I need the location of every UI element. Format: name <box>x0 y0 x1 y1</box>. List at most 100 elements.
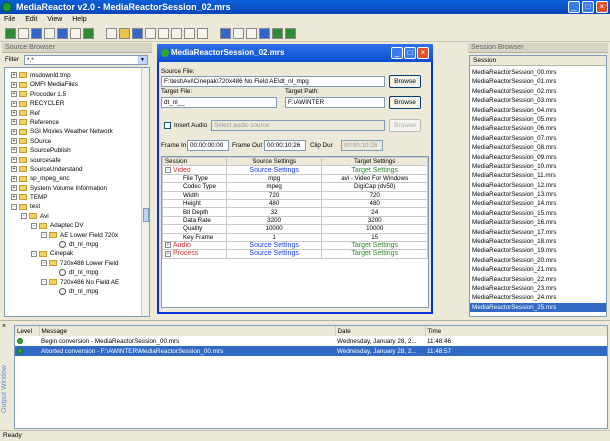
frame-in-input[interactable]: 00:00:00:00 <box>187 140 229 151</box>
paste-icon[interactable] <box>171 28 182 39</box>
tree-folder-item[interactable]: - AE Lower Field 720x <box>11 231 149 240</box>
grid-icon[interactable] <box>44 28 55 39</box>
target-setting-value[interactable]: 3200 <box>321 215 428 226</box>
tree-folder-item[interactable]: + msdownld.tmp <box>11 71 149 80</box>
audio-browse-button[interactable]: Browse <box>389 119 421 132</box>
tree-folder-item[interactable]: + sp_mpeg_enc <box>11 174 149 183</box>
expand-icon[interactable]: + <box>11 119 17 126</box>
expand-icon[interactable]: + <box>11 185 17 192</box>
tree-folder-item[interactable]: + Ref <box>11 109 149 118</box>
target-path-input[interactable]: F:\AWINTER <box>285 97 385 108</box>
settings-property-row[interactable]: Data Rate 3200 3200 <box>162 215 428 226</box>
expand-icon[interactable]: + <box>11 175 17 182</box>
session-list-item[interactable]: MediaReactorSession_18.mrs <box>470 237 606 246</box>
session-list-item[interactable]: MediaReactorSession_13.mrs <box>470 190 606 199</box>
session-list-item[interactable]: MediaReactorSession_17.mrs <box>470 228 606 237</box>
session-list-item[interactable]: MediaReactorSession_21.mrs <box>470 265 606 274</box>
scrollbar-thumb[interactable] <box>143 208 149 222</box>
expand-icon[interactable]: + <box>11 91 17 98</box>
target-setting-value[interactable]: 480 <box>321 198 428 209</box>
settings-group-row[interactable]: - Video Source Settings Target Settings <box>162 165 428 175</box>
output-close-icon[interactable]: × <box>2 323 6 330</box>
insert-audio-checkbox[interactable] <box>164 122 171 129</box>
settings-property-row[interactable]: Width 720 720 <box>162 190 428 200</box>
session-list-item[interactable]: MediaReactorSession_24.mrs <box>470 293 606 302</box>
document-icon[interactable] <box>18 28 29 39</box>
target-setting-value[interactable]: 720 <box>321 190 428 200</box>
convert-icon[interactable] <box>285 28 296 39</box>
filter-dropdown[interactable]: *.* ▼ <box>24 55 148 65</box>
session-list-item[interactable]: MediaReactorSession_10.mrs <box>470 162 606 171</box>
settings-property-row[interactable]: Height 480 480 <box>162 198 428 209</box>
settings-property-row[interactable]: Quality 10000 10000 <box>162 224 428 234</box>
dialog-maximize-icon[interactable]: □ <box>404 47 416 59</box>
expand-icon[interactable]: + <box>11 147 17 154</box>
open-folder-icon[interactable] <box>119 28 130 39</box>
tree-file-item[interactable]: dt_nl_mpg <box>11 268 149 277</box>
target-setting-value[interactable]: Target Settings <box>321 165 428 175</box>
settings-property-row[interactable]: Bit Depth 32 24 <box>162 207 428 217</box>
settings-property-row[interactable]: Codec Type mpeg DigiCap (dv50) <box>162 182 428 192</box>
session-list-item[interactable]: MediaReactorSession_15.mrs <box>470 209 606 218</box>
menu-edit[interactable]: Edit <box>21 16 41 23</box>
target-file-input[interactable]: dt_nl__ <box>161 97 277 108</box>
target-setting-value[interactable]: avi - Video For Windows <box>321 173 428 184</box>
log-row[interactable]: Aborted conversion - F:\AWINTER\MediaRea… <box>15 346 607 356</box>
session-list-item[interactable]: MediaReactorSession_19.mrs <box>470 246 606 255</box>
col-date[interactable]: Date <box>335 326 426 336</box>
tree-folder-item[interactable]: + System Volume Information <box>11 184 149 193</box>
target-setting-value[interactable]: 10000 <box>321 224 428 234</box>
session-list-item[interactable]: MediaReactorSession_04.mrs <box>470 106 606 115</box>
col-session[interactable]: Session <box>162 156 227 167</box>
source-file-input[interactable]: F:\test\Avi\Cinepak\720x486 No Field AE\… <box>161 76 385 87</box>
expand-icon[interactable]: + <box>11 109 17 116</box>
expand-icon[interactable]: + <box>11 100 17 107</box>
log-row[interactable]: Begin conversion - MediaReactorSession_0… <box>15 336 607 346</box>
session-list-item[interactable]: MediaReactorSession_02.mrs <box>470 87 606 96</box>
target-setting-value[interactable]: Target Settings <box>321 249 428 259</box>
tree-folder-item[interactable]: - Cinepak <box>11 249 149 258</box>
minimize-icon[interactable]: _ <box>568 1 580 13</box>
source-browse-button[interactable]: Browse <box>389 75 421 88</box>
session-list-item[interactable]: MediaReactorSession_14.mrs <box>470 199 606 208</box>
menu-help[interactable]: Help <box>68 16 90 23</box>
tree-file-item[interactable]: dt_nl_mpg <box>11 287 149 296</box>
doc-stack-icon[interactable] <box>246 28 257 39</box>
audio-source-input[interactable]: Select audio source <box>211 120 385 131</box>
expand-icon[interactable]: + <box>11 156 17 163</box>
tree-folder-item[interactable]: + SourcePublish <box>11 146 149 155</box>
text-icon[interactable] <box>197 28 208 39</box>
col-level[interactable]: Level <box>15 326 40 336</box>
tree-scrollbar[interactable] <box>141 68 149 316</box>
expand-icon[interactable]: + <box>11 194 17 201</box>
collapse-icon[interactable]: - <box>165 166 171 173</box>
expand-icon[interactable]: + <box>11 128 17 135</box>
copy-icon[interactable] <box>158 28 169 39</box>
tree-folder-item[interactable]: + Reference <box>11 118 149 127</box>
expand-icon[interactable]: + <box>11 72 17 79</box>
home-icon[interactable] <box>5 28 16 39</box>
tree-folder-item[interactable]: + sourcesafe <box>11 156 149 165</box>
tree-file-item[interactable]: dt_nl_mpg <box>11 240 149 249</box>
col-source-settings[interactable]: Source Settings <box>225 156 323 167</box>
session-list-item[interactable]: MediaReactorSession_23.mrs <box>470 284 606 293</box>
target-setting-value[interactable]: Target Settings <box>321 240 428 251</box>
expand-icon[interactable]: + <box>11 81 17 88</box>
close-icon[interactable]: × <box>596 1 608 13</box>
tree-folder-item[interactable]: - 720x486 No Field AE <box>11 278 149 287</box>
tree-folder-item[interactable]: - Adaptec DV <box>11 221 149 230</box>
question-icon[interactable] <box>83 28 94 39</box>
chevron-down-icon[interactable]: ▼ <box>138 56 147 64</box>
session-list-item[interactable]: MediaReactorSession_25.mrs <box>470 302 606 313</box>
film-icon[interactable] <box>31 28 42 39</box>
list-icon[interactable] <box>70 28 81 39</box>
expand-icon[interactable]: + <box>165 250 171 257</box>
target-setting-value[interactable]: 24 <box>321 207 428 217</box>
tree-folder-item[interactable]: - 720x486 Lower Field <box>11 259 149 268</box>
target-setting-value[interactable]: DigiCap (dv50) <box>321 182 428 192</box>
session-list-item[interactable]: MediaReactorSession_16.mrs <box>470 218 606 227</box>
session-list-item[interactable]: MediaReactorSession_20.mrs <box>470 256 606 265</box>
arrow-up-icon[interactable] <box>272 28 283 39</box>
target-browse-button[interactable]: Browse <box>389 96 421 109</box>
dialog-close-icon[interactable]: × <box>417 47 429 59</box>
